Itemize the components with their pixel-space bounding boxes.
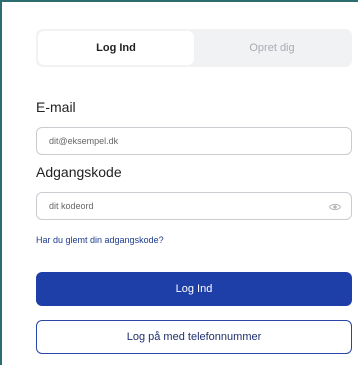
email-field[interactable]: dit@eksempel.dk — [36, 127, 352, 155]
email-placeholder: dit@eksempel.dk — [49, 136, 119, 146]
password-label: Adgangskode — [36, 164, 122, 180]
tab-login[interactable]: Log Ind — [38, 31, 194, 65]
login-button[interactable]: Log Ind — [36, 272, 352, 306]
eye-icon[interactable] — [329, 201, 341, 213]
password-field[interactable]: dit kodeord — [36, 192, 352, 220]
login-panel: Log Ind Opret dig E-mail dit@eksempel.dk… — [0, 0, 358, 365]
password-placeholder: dit kodeord — [49, 201, 94, 211]
email-label: E-mail — [36, 99, 76, 115]
tab-signup[interactable]: Opret dig — [194, 31, 350, 65]
auth-tabs: Log Ind Opret dig — [36, 29, 352, 67]
phone-login-button[interactable]: Log på med telefonnummer — [36, 320, 352, 354]
forgot-password-link[interactable]: Har du glemt din adgangskode? — [36, 235, 164, 245]
